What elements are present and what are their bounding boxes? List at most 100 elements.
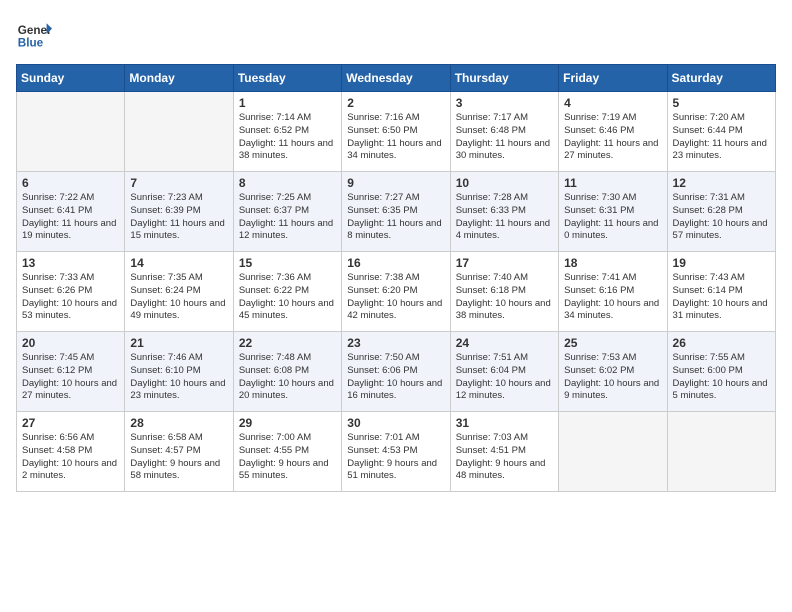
day-number: 18	[564, 256, 661, 270]
calendar-cell: 2 Sunrise: 7:16 AMSunset: 6:50 PMDaylight…	[342, 92, 450, 172]
calendar-cell: 25 Sunrise: 7:53 AMSunset: 6:02 PMDayligh…	[559, 332, 667, 412]
day-number: 22	[239, 336, 336, 350]
cell-content: Sunrise: 7:16 AMSunset: 6:50 PMDaylight:…	[347, 112, 444, 163]
cell-content: Sunrise: 7:51 AMSunset: 6:04 PMDaylight:…	[456, 352, 553, 403]
cell-content: Sunrise: 7:03 AMSunset: 4:51 PMDaylight:…	[456, 432, 553, 483]
cell-content: Sunrise: 7:55 AMSunset: 6:00 PMDaylight:…	[673, 352, 770, 403]
cell-content: Sunrise: 7:38 AMSunset: 6:20 PMDaylight:…	[347, 272, 444, 323]
cell-content: Sunrise: 7:41 AMSunset: 6:16 PMDaylight:…	[564, 272, 661, 323]
calendar-cell: 12Sunrise: 7:31 AMSunset: 6:28 PMDayligh…	[667, 172, 775, 252]
calendar-cell: 24 Sunrise: 7:51 AMSunset: 6:04 PMDayligh…	[450, 332, 558, 412]
calendar-cell: 22 Sunrise: 7:48 AMSunset: 6:08 PMDayligh…	[233, 332, 341, 412]
day-number: 8	[239, 176, 336, 190]
cell-content: Sunrise: 7:22 AMSunset: 6:41 PMDaylight:…	[22, 192, 119, 243]
day-header-monday: Monday	[125, 65, 233, 92]
day-number: 3	[456, 96, 553, 110]
calendar-table: SundayMondayTuesdayWednesdayThursdayFrid…	[16, 64, 776, 492]
cell-content: Sunrise: 7:17 AMSunset: 6:48 PMDaylight:…	[456, 112, 553, 163]
day-number: 6	[22, 176, 119, 190]
day-number: 4	[564, 96, 661, 110]
cell-content: Sunrise: 6:58 AMSunset: 4:57 PMDaylight:…	[130, 432, 227, 483]
calendar-cell: 26 Sunrise: 7:55 AMSunset: 6:00 PMDayligh…	[667, 332, 775, 412]
day-number: 14	[130, 256, 227, 270]
cell-content: Sunrise: 6:56 AMSunset: 4:58 PMDaylight:…	[22, 432, 119, 483]
cell-content: Sunrise: 7:14 AMSunset: 6:52 PMDaylight:…	[239, 112, 336, 163]
calendar-cell	[559, 412, 667, 492]
day-number: 13	[22, 256, 119, 270]
cell-content: Sunrise: 7:33 AMSunset: 6:26 PMDaylight:…	[22, 272, 119, 323]
day-number: 12	[673, 176, 770, 190]
calendar-cell: 3 Sunrise: 7:17 AMSunset: 6:48 PMDaylight…	[450, 92, 558, 172]
calendar-cell: 17 Sunrise: 7:40 AMSunset: 6:18 PMDayligh…	[450, 252, 558, 332]
cell-content: Sunrise: 7:28 AMSunset: 6:33 PMDaylight:…	[456, 192, 553, 243]
day-number: 25	[564, 336, 661, 350]
calendar-cell: 14 Sunrise: 7:35 AMSunset: 6:24 PMDayligh…	[125, 252, 233, 332]
day-header-wednesday: Wednesday	[342, 65, 450, 92]
day-number: 26	[673, 336, 770, 350]
calendar-cell: 11 Sunrise: 7:30 AMSunset: 6:31 PMDayligh…	[559, 172, 667, 252]
calendar-cell: 30 Sunrise: 7:01 AMSunset: 4:53 PMDayligh…	[342, 412, 450, 492]
calendar-cell: 23 Sunrise: 7:50 AMSunset: 6:06 PMDayligh…	[342, 332, 450, 412]
cell-content: Sunrise: 7:00 AMSunset: 4:55 PMDaylight:…	[239, 432, 336, 483]
day-number: 19	[673, 256, 770, 270]
cell-content: Sunrise: 7:01 AMSunset: 4:53 PMDaylight:…	[347, 432, 444, 483]
calendar-cell	[667, 412, 775, 492]
cell-content: Sunrise: 7:43 AMSunset: 6:14 PMDaylight:…	[673, 272, 770, 323]
day-number: 1	[239, 96, 336, 110]
logo: General Blue	[16, 16, 52, 52]
day-header-saturday: Saturday	[667, 65, 775, 92]
day-header-thursday: Thursday	[450, 65, 558, 92]
day-number: 16	[347, 256, 444, 270]
day-number: 27	[22, 416, 119, 430]
day-number: 31	[456, 416, 553, 430]
calendar-cell: 7 Sunrise: 7:23 AMSunset: 6:39 PMDaylight…	[125, 172, 233, 252]
cell-content: Sunrise: 7:23 AMSunset: 6:39 PMDaylight:…	[130, 192, 227, 243]
day-number: 29	[239, 416, 336, 430]
calendar-cell: 31 Sunrise: 7:03 AMSunset: 4:51 PMDayligh…	[450, 412, 558, 492]
day-number: 11	[564, 176, 661, 190]
day-number: 5	[673, 96, 770, 110]
cell-content: Sunrise: 7:20 AMSunset: 6:44 PMDaylight:…	[673, 112, 770, 163]
calendar-cell	[125, 92, 233, 172]
day-number: 2	[347, 96, 444, 110]
day-header-friday: Friday	[559, 65, 667, 92]
day-number: 9	[347, 176, 444, 190]
cell-content: Sunrise: 7:46 AMSunset: 6:10 PMDaylight:…	[130, 352, 227, 403]
calendar-cell: 18 Sunrise: 7:41 AMSunset: 6:16 PMDayligh…	[559, 252, 667, 332]
calendar-cell: 19 Sunrise: 7:43 AMSunset: 6:14 PMDayligh…	[667, 252, 775, 332]
calendar-cell: 15Sunrise: 7:36 AMSunset: 6:22 PMDayligh…	[233, 252, 341, 332]
calendar-cell: 20 Sunrise: 7:45 AMSunset: 6:12 PMDayligh…	[17, 332, 125, 412]
svg-text:Blue: Blue	[18, 37, 44, 50]
day-number: 24	[456, 336, 553, 350]
day-number: 17	[456, 256, 553, 270]
calendar-cell: 27 Sunrise: 6:56 AMSunset: 4:58 PMDayligh…	[17, 412, 125, 492]
cell-content: Sunrise: 7:30 AMSunset: 6:31 PMDaylight:…	[564, 192, 661, 243]
day-number: 7	[130, 176, 227, 190]
calendar-cell: 5 Sunrise: 7:20 AMSunset: 6:44 PMDaylight…	[667, 92, 775, 172]
calendar-cell: 10 Sunrise: 7:28 AMSunset: 6:33 PMDayligh…	[450, 172, 558, 252]
cell-content: Sunrise: 7:53 AMSunset: 6:02 PMDaylight:…	[564, 352, 661, 403]
day-number: 30	[347, 416, 444, 430]
cell-content: Sunrise: 7:35 AMSunset: 6:24 PMDaylight:…	[130, 272, 227, 323]
day-number: 10	[456, 176, 553, 190]
calendar-cell: 16 Sunrise: 7:38 AMSunset: 6:20 PMDayligh…	[342, 252, 450, 332]
cell-content: Sunrise: 7:48 AMSunset: 6:08 PMDaylight:…	[239, 352, 336, 403]
calendar-cell: 4Sunrise: 7:19 AMSunset: 6:46 PMDaylight…	[559, 92, 667, 172]
calendar-cell: 13 Sunrise: 7:33 AMSunset: 6:26 PMDayligh…	[17, 252, 125, 332]
day-header-sunday: Sunday	[17, 65, 125, 92]
calendar-cell: 29 Sunrise: 7:00 AMSunset: 4:55 PMDayligh…	[233, 412, 341, 492]
calendar-cell: 21 Sunrise: 7:46 AMSunset: 6:10 PMDayligh…	[125, 332, 233, 412]
cell-content: Sunrise: 7:25 AMSunset: 6:37 PMDaylight:…	[239, 192, 336, 243]
calendar-cell: 8 Sunrise: 7:25 AMSunset: 6:37 PMDaylight…	[233, 172, 341, 252]
cell-content: Sunrise: 7:40 AMSunset: 6:18 PMDaylight:…	[456, 272, 553, 323]
day-number: 20	[22, 336, 119, 350]
logo-icon: General Blue	[16, 16, 52, 52]
calendar-cell	[17, 92, 125, 172]
cell-content: Sunrise: 7:45 AMSunset: 6:12 PMDaylight:…	[22, 352, 119, 403]
day-number: 23	[347, 336, 444, 350]
cell-content: Sunrise: 7:50 AMSunset: 6:06 PMDaylight:…	[347, 352, 444, 403]
day-number: 21	[130, 336, 227, 350]
calendar-cell: 1 Sunrise: 7:14 AMSunset: 6:52 PMDaylight…	[233, 92, 341, 172]
calendar-cell: 28Sunrise: 6:58 AMSunset: 4:57 PMDayligh…	[125, 412, 233, 492]
cell-content: Sunrise: 7:36 AMSunset: 6:22 PMDaylight:…	[239, 272, 336, 323]
